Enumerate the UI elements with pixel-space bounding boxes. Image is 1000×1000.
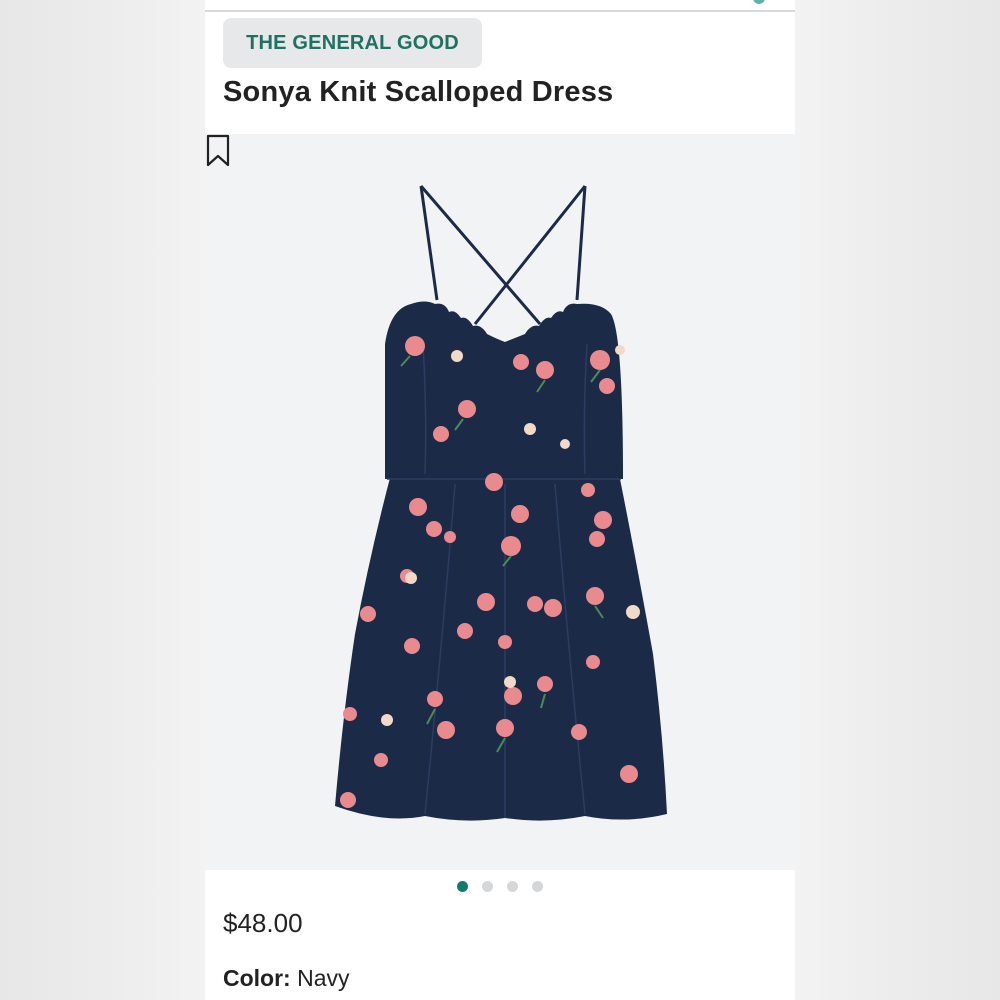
dress-image xyxy=(335,185,667,821)
gallery-pagination xyxy=(205,881,795,897)
product-title: Sonya Knit Scalloped Dress xyxy=(223,76,614,108)
dress-straps xyxy=(419,185,587,325)
status-indicator xyxy=(753,0,765,4)
gallery-dot-2[interactable] xyxy=(482,881,493,892)
bookmark-icon[interactable] xyxy=(205,134,231,168)
product-price: $48.00 xyxy=(223,908,303,938)
color-row: Color: Navy xyxy=(223,965,350,992)
gallery-dot-1[interactable] xyxy=(457,881,468,892)
brand-badge[interactable]: THE GENERAL GOOD xyxy=(223,18,482,68)
product-card: THE GENERAL GOOD Sonya Knit Scalloped Dr… xyxy=(205,0,795,1000)
gallery-dot-4[interactable] xyxy=(532,881,543,892)
product-image-gallery[interactable] xyxy=(205,134,795,870)
color-value: Navy xyxy=(297,965,350,991)
color-label: Color: xyxy=(223,965,291,991)
gallery-dot-3[interactable] xyxy=(507,881,518,892)
dress-bodice xyxy=(385,301,623,479)
top-divider xyxy=(205,10,795,12)
